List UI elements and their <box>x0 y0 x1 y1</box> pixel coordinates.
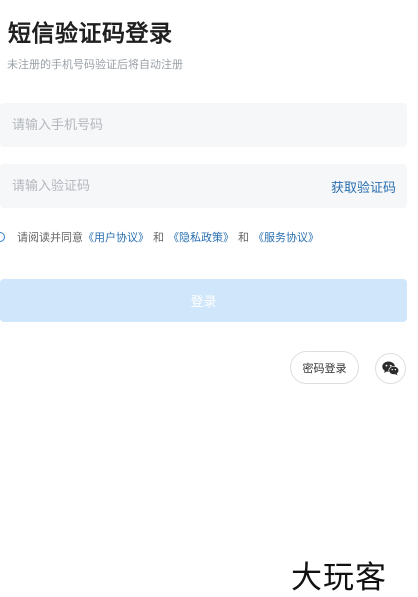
user-agreement-link[interactable]: 《用户协议》 <box>83 229 149 245</box>
code-field-container: 获取验证码 <box>0 164 407 208</box>
verification-code-input[interactable] <box>12 178 331 194</box>
agreement-row: 请阅读并同意 《用户协议》 和 《隐私政策》 和 《服务协议》 <box>0 229 319 245</box>
get-code-button[interactable]: 获取验证码 <box>331 177 396 196</box>
phone-field-container <box>0 103 407 147</box>
password-login-button[interactable]: 密码登录 <box>290 351 359 384</box>
agreement-and-1: 和 <box>153 231 164 244</box>
service-agreement-link[interactable]: 《服务协议》 <box>253 229 319 245</box>
wechat-icon <box>381 361 399 376</box>
wechat-login-button[interactable] <box>375 353 406 384</box>
page-title: 短信验证码登录 <box>8 21 173 47</box>
agreement-radio[interactable] <box>0 232 5 242</box>
page-subtitle: 未注册的手机号码验证后将自动注册 <box>7 58 183 71</box>
agreement-and-2: 和 <box>238 231 249 244</box>
phone-input[interactable] <box>12 117 395 133</box>
privacy-policy-link[interactable]: 《隐私政策》 <box>168 229 234 245</box>
agreement-prefix: 请阅读并同意 <box>17 231 83 244</box>
login-button[interactable]: 登录 <box>0 279 407 322</box>
watermark-text: 大玩客 <box>291 560 387 596</box>
